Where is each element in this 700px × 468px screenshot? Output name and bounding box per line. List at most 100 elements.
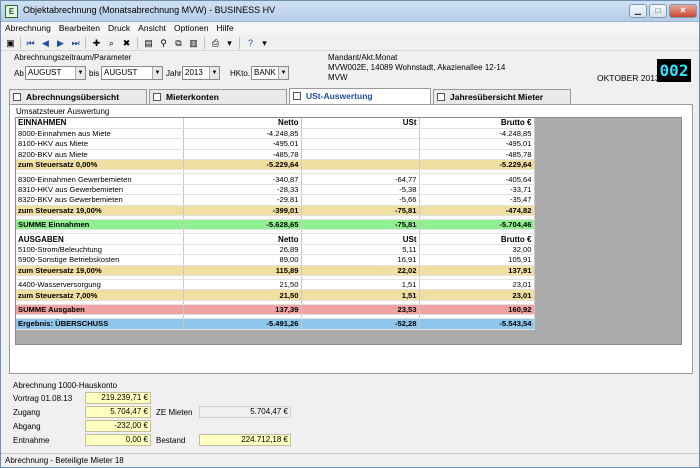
- new-icon[interactable]: ✚: [90, 37, 103, 49]
- ust-table: EINNAHMEN Netto USt Brutto €8000-Einnahmen …: [16, 118, 535, 330]
- table-row[interactable]: 8100-HKV aus Miete -495,01 -495,01: [16, 138, 535, 150]
- table-row[interactable]: 5100-Strom/Beleuchtung 26,89 5,11 32,00: [16, 244, 535, 256]
- table-cell: -5.543,54: [419, 318, 535, 330]
- print-dropdown-icon[interactable]: ▾: [223, 37, 236, 49]
- table-row[interactable]: 8200-BKV aus Miete -485,78 -485,78: [16, 149, 535, 161]
- menu-optionen[interactable]: Optionen: [170, 22, 213, 34]
- search-icon[interactable]: ⌕: [105, 37, 118, 49]
- tab-mieterkonten[interactable]: Mieterkonten: [149, 89, 287, 104]
- table-cell: -474,82: [419, 205, 535, 217]
- table-cell: SUMME Einnahmen: [16, 219, 184, 231]
- table-row[interactable]: 8300-Einnahmen Gewerbemieten -340,87 -64,7…: [16, 173, 535, 185]
- menu-ansicht[interactable]: Ansicht: [134, 22, 170, 34]
- chevron-down-icon[interactable]: ▼: [152, 67, 162, 79]
- print-icon[interactable]: ⎙: [209, 37, 222, 49]
- vortrag-field[interactable]: 219.239,71 €: [85, 392, 151, 404]
- table-cell: Brutto €: [419, 233, 535, 245]
- table-cell: zum Steuersatz 19,00%: [16, 205, 184, 217]
- menu-druck[interactable]: Druck: [104, 22, 134, 34]
- table-cell: 23,53: [301, 304, 420, 316]
- delete-icon[interactable]: ✖: [120, 37, 133, 49]
- table-row[interactable]: 5900-Sonstige Betriebskosten 89,00 16,91 10…: [16, 254, 535, 266]
- table-row[interactable]: SUMME Einnahmen -5.628,65 -75,81 -5.704,46: [16, 219, 535, 231]
- tab-abrechnungsuebersicht[interactable]: Abrechnungsübersicht: [9, 89, 147, 104]
- tab-icon: [293, 92, 301, 100]
- help-dropdown-icon[interactable]: ▾: [258, 37, 271, 49]
- ust-grid: EINNAHMEN Netto USt Brutto €8000-Einnahmen …: [15, 117, 682, 345]
- table-cell: zum Steuersatz 19,00%: [16, 265, 184, 276]
- table-cell: -35,47: [419, 194, 535, 206]
- chevron-down-icon[interactable]: ▼: [278, 67, 288, 79]
- jahr-select[interactable]: 2013 ▼: [182, 66, 220, 80]
- table-cell: 105,91: [419, 254, 535, 266]
- table-cell: -75,81: [301, 219, 420, 231]
- maximize-button[interactable]: □: [649, 4, 667, 18]
- table-cell: 1,51: [301, 279, 420, 291]
- abgang-field[interactable]: -232,00 €: [85, 420, 151, 432]
- find-icon[interactable]: ⚲: [157, 37, 170, 49]
- table-row[interactable]: 8320-BKV aus Gewerbemieten -29,81 -5,66 -35…: [16, 194, 535, 206]
- table-cell: 89,00: [183, 254, 302, 266]
- table-row[interactable]: zum Steuersatz 7,00% 21,50 1,51 23,01: [16, 289, 535, 301]
- menu-abrechnung[interactable]: Abrechnung: [1, 22, 55, 34]
- status-bar: Abrechnung - Beteiligte Mieter 18: [1, 453, 699, 467]
- table-cell: -75,81: [301, 205, 420, 217]
- title-bar: E Objektabrechnung (Monatsabrechnung MVW…: [1, 1, 699, 22]
- table-cell: -5,66: [301, 194, 420, 206]
- tab-bar: Abrechnungsübersicht Mieterkonten USt-Au…: [9, 88, 691, 104]
- table-cell: 115,89: [183, 265, 302, 276]
- zugang-field[interactable]: 5.704,47 €: [85, 406, 151, 418]
- chevron-down-icon[interactable]: ▼: [209, 67, 219, 79]
- table-row[interactable]: zum Steuersatz 19,00% -399,01 -75,81 -474,8…: [16, 205, 535, 217]
- table-cell: 21,50: [183, 289, 302, 301]
- next-record-icon[interactable]: ▶: [54, 37, 67, 49]
- document-icon[interactable]: ▥: [187, 37, 200, 49]
- menu-bar: Abrechnung Bearbeiten Druck Ansicht Optionen…: [1, 22, 699, 35]
- close-button[interactable]: ✕: [669, 4, 697, 18]
- previous-record-icon[interactable]: ◀: [39, 37, 52, 49]
- hkto-label: HKto.: [230, 69, 251, 78]
- table-cell: -495,01: [419, 138, 535, 150]
- hkto-select[interactable]: BANK ▼: [251, 66, 289, 80]
- first-record-icon[interactable]: ⏮: [24, 37, 37, 49]
- toolbar: ▣ ⏮ ◀ ▶ ⏭ ✚ ⌕ ✖ ▤ ⚲ ⧉ ▥ ⎙ ▾ ? ▾: [1, 35, 699, 51]
- table-row[interactable]: 8000-Einnahmen aus Miete -4.248,85 -4.248,…: [16, 128, 535, 140]
- chevron-down-icon[interactable]: ▼: [75, 67, 85, 79]
- bis-month-select[interactable]: AUGUST ▼: [101, 66, 163, 80]
- table-cell: -5.229,64: [183, 159, 302, 171]
- month-counter-display: 002: [657, 59, 691, 82]
- app-icon: E: [5, 5, 18, 18]
- minimize-button[interactable]: ▁: [629, 4, 647, 18]
- konto-title: Abrechnung 1000-Hauskonto: [13, 381, 118, 390]
- table-row[interactable]: 8310-HKV aus Gewerbemieten -28,33 -5,38 -33…: [16, 184, 535, 196]
- table-header-row[interactable]: AUSGABEN Netto USt Brutto €: [16, 233, 535, 245]
- copy-icon[interactable]: ⧉: [172, 37, 185, 49]
- menu-hilfe[interactable]: Hilfe: [213, 22, 238, 34]
- entnahme-field[interactable]: 0,00 €: [85, 434, 151, 446]
- report-icon[interactable]: ▤: [142, 37, 155, 49]
- table-cell: USt: [301, 118, 420, 129]
- table-row[interactable]: Ergebnis: ÜBERSCHUSS -5.491,26 -52,28 -5.54…: [16, 318, 535, 330]
- table-cell: -495,01: [183, 138, 302, 150]
- table-cell: -4.248,85: [183, 128, 302, 140]
- table-row[interactable]: 4400-Wasserversorgung 21,50 1,51 23,01: [16, 279, 535, 291]
- save-icon[interactable]: ▣: [4, 37, 17, 49]
- table-header-row[interactable]: EINNAHMEN Netto USt Brutto €: [16, 118, 535, 129]
- table-cell: -405,64: [419, 173, 535, 185]
- last-record-icon[interactable]: ⏭: [69, 37, 82, 49]
- table-row[interactable]: SUMME Ausgaben 137,39 23,53 160,92: [16, 304, 535, 316]
- ze-mieten-field: 5.704,47 €: [199, 406, 291, 418]
- ab-month-select[interactable]: AUGUST ▼: [25, 66, 86, 80]
- table-row[interactable]: zum Steuersatz 0,00% -5.229,64 -5.229,64: [16, 159, 535, 171]
- table-cell: SUMME Ausgaben: [16, 304, 184, 316]
- table-cell: -5.491,26: [183, 318, 302, 330]
- table-row[interactable]: zum Steuersatz 19,00% 115,89 22,02 137,91: [16, 265, 535, 276]
- help-icon[interactable]: ?: [244, 37, 257, 49]
- table-cell: -28,33: [183, 184, 302, 196]
- table-cell: -52,28: [301, 318, 420, 330]
- table-cell: USt: [301, 233, 420, 245]
- params-group-label: Abrechnungszeitraum/Parameter: [14, 53, 132, 62]
- tab-jahresuebersicht-mieter[interactable]: Jahresübersicht Mieter: [433, 89, 571, 104]
- menu-bearbeiten[interactable]: Bearbeiten: [55, 22, 104, 34]
- tab-ust-auswertung[interactable]: USt-Auswertung: [289, 88, 431, 104]
